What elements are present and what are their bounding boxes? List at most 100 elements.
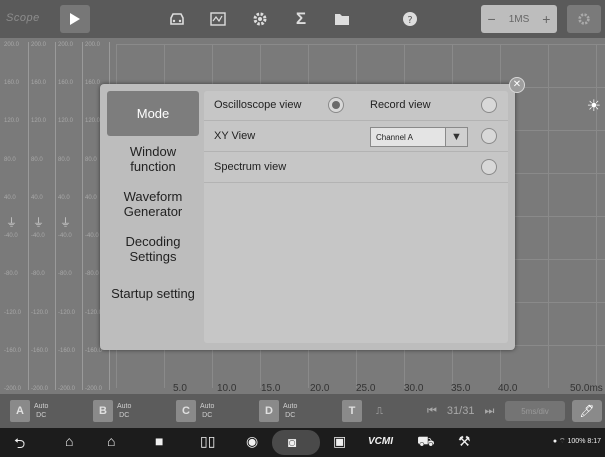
timebase-increase-button[interactable]: + [542,11,550,27]
x-axis-label: 40.0 [498,383,518,394]
ground-marker-b[interactable]: ⏚ [33,214,44,230]
y-axis-label: 80.0 [85,156,97,163]
y-axis-label: 120.0 [4,118,20,125]
y-axis-label: 160.0 [4,80,20,87]
vehicle-button[interactable] [160,5,194,33]
mode-row-1: Oscilloscope view Record view [204,91,508,121]
y-axis-label: -120.0 [31,309,49,316]
xy-channel-select[interactable]: Channel A ▼ [370,127,468,147]
x-axis-label: 20.0 [310,383,330,394]
sidebar-item-window-function[interactable]: Window function [107,136,199,181]
last-page-icon[interactable]: ⏭ [484,405,494,418]
mechanic-icon[interactable]: ⚒ [458,433,471,450]
y-axis-label: 200.0 [58,42,74,48]
spectrum-view-radio[interactable] [481,159,497,175]
time-div-button[interactable]: 5ms/div [505,401,565,421]
recent-apps-icon[interactable]: ■ [155,433,163,449]
y-axis-label: 120.0 [58,118,74,125]
sidebar-item-mode[interactable]: Mode [107,91,199,136]
y-axis-label: -80.0 [4,271,18,278]
brightness-icon[interactable]: ☀ [587,96,601,116]
vci-home-icon[interactable]: ⌂ [107,433,115,449]
car-icon [170,13,184,25]
y-axis-label: -160.0 [85,347,103,354]
play-button[interactable] [60,5,90,33]
channel-d-badge: D [259,400,279,422]
close-dialog-button[interactable]: ✕ [509,77,525,93]
y-axis-label: -40.0 [31,233,45,240]
y-axis-label: -40.0 [4,233,18,240]
y-axis-label: -120.0 [4,309,22,316]
vcmi-icon[interactable]: VCMI [368,436,393,447]
waveform-library-button[interactable] [201,5,235,33]
screenshot-button[interactable]: ◙ [272,430,320,455]
sigma-icon: Σ [295,9,307,28]
y-axis-label: -160.0 [31,347,49,354]
channel-d-button[interactable]: D Auto DC [259,399,297,423]
y-axis-label: 80.0 [58,156,70,163]
help-button[interactable]: ? [393,5,427,33]
y-axis-label: 40.0 [4,194,16,201]
file-button[interactable] [325,5,359,33]
channel-a-button[interactable]: A Auto DC [10,399,48,423]
status-area: ● ⌔ 100% 8:17 [553,437,601,446]
channel-a-coupling: DC [36,412,47,419]
xy-channel-value: Channel A [376,133,413,142]
y-axis-label: 200.0 [31,42,47,48]
auto-setup-button[interactable] [567,5,601,33]
channel-b-badge: B [93,400,113,422]
top-toolbar: Scope Σ ? − 1MS + [0,0,605,38]
probe-button[interactable]: 🖊 [572,400,602,422]
trigger-edge-icon: ⎍ [376,405,383,417]
y-axis-label: 120.0 [31,118,47,125]
sidebar-item-waveform-generator[interactable]: Waveform Generator [107,181,199,226]
home-icon[interactable]: ⌂ [65,433,73,449]
app-logo: Scope [6,12,40,24]
sidebar-item-decoding-settings[interactable]: Decoding Settings [107,226,199,271]
ground-marker-c[interactable]: ⏚ [60,214,71,230]
camera-icon: ◙ [288,434,297,450]
channel-c-button[interactable]: C Auto DC [176,399,214,423]
timebase-decrease-button[interactable]: − [488,11,496,27]
close-icon: ✕ [512,79,522,90]
browser-icon[interactable]: ◉ [246,433,258,450]
y-axis-label: 200.0 [85,42,101,48]
channel-a-mode: Auto [34,403,49,410]
car-icon[interactable]: ⛟ [417,433,435,452]
status-icons: ● ⌔ [552,438,568,445]
record-view-radio[interactable] [481,97,497,113]
oscilloscope-view-radio[interactable] [328,97,344,113]
y-axis-label: -80.0 [31,271,45,278]
channel-bar: A Auto DC B Auto DC C Auto DC D Auto DC T ⎍ … [0,394,605,428]
x-axis-label: 10.0 [217,383,237,394]
timebase-control[interactable]: − 1MS + [481,5,557,33]
gear-icon [253,12,267,26]
split-screen-icon[interactable]: ▯▯ [200,433,215,450]
y-axis-label: 200.0 [4,42,20,48]
dialog-sidebar: Mode Window function Waveform Generator … [107,91,199,343]
x-axis-label: 5.0 [173,383,187,394]
remote-icon[interactable]: ▣ [333,433,346,450]
back-icon[interactable]: ⮌ [14,433,25,457]
channel-c-coupling: DC [202,412,213,419]
y-axis-label: 40.0 [31,194,43,201]
help-icon: ? [403,12,417,26]
y-axis-label: -120.0 [58,309,76,316]
ground-marker-a[interactable]: ⏚ [6,214,17,230]
settings-button[interactable] [243,5,277,33]
trigger-button[interactable]: T ⎍ [342,399,383,423]
dialog-content: Oscilloscope view Record view XY View Ch… [204,91,508,343]
channel-b-button[interactable]: B Auto DC [93,399,131,423]
spectrum-view-label: Spectrum view [214,161,287,173]
x-axis-label: 15.0 [261,383,281,394]
first-page-icon[interactable]: ⏮ [427,405,437,418]
mode-row-3: Spectrum view [204,153,508,183]
y-axis-label: -160.0 [58,347,76,354]
xy-view-radio[interactable] [481,128,497,144]
xy-view-label: XY View [214,130,256,142]
y-axis-label: 40.0 [58,194,70,201]
sidebar-item-startup-setting[interactable]: Startup setting [107,271,199,316]
channel-c-badge: C [176,400,196,422]
math-button[interactable]: Σ [284,5,318,33]
x-axis-label: 35.0 [451,383,471,394]
